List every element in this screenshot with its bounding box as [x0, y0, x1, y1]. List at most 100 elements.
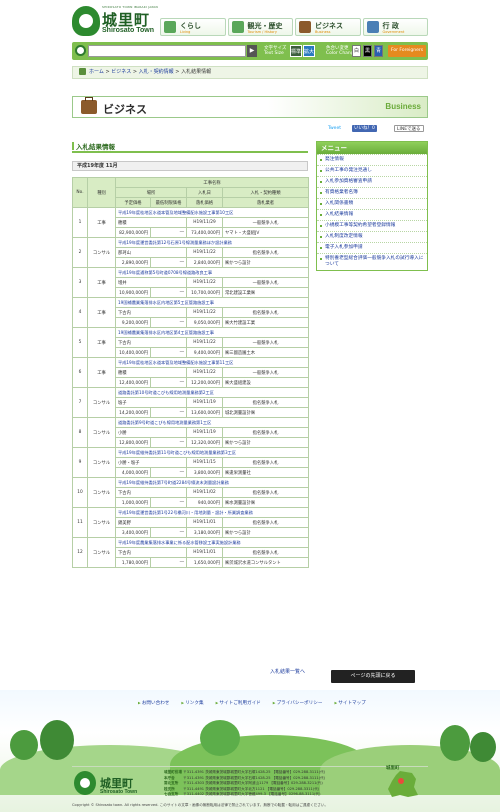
- cell-work-name: 平成19年度農業集落排水事業に係る配水管移設工事実施設計業務: [115, 537, 309, 548]
- cell-contract-price: 3,180,000円: [186, 527, 223, 538]
- cell-contract-price: 9,400,000円: [186, 347, 223, 358]
- footer-address-line: 七会支所 〒311-4402 茨城県東茨城郡城里町大字徳蔵499-3 【電話番号…: [164, 792, 374, 798]
- cell-method: 指名競争入札: [222, 247, 309, 258]
- table-row: 3 工事 平成19年度通称第5号町道0708号線道路改良工事: [72, 267, 309, 298]
- facebook-like-button[interactable]: いいね！0: [352, 125, 377, 132]
- cell-kind: コンサル: [87, 417, 116, 448]
- town-logo-mark[interactable]: [72, 6, 100, 36]
- work-name-link[interactable]: 平成19年度維持委託第11号町道こびも線用地測量業務第3工区: [118, 450, 236, 455]
- color-black-button[interactable]: 黒: [363, 45, 372, 57]
- side-menu-item[interactable]: 電子入札参加申請: [317, 242, 427, 253]
- cell-contract-price: 13,600,000円: [186, 407, 223, 418]
- color-blue-button[interactable]: 青: [374, 45, 383, 57]
- cell-bid-date: H19/11/22: [186, 307, 223, 318]
- cell-work-name: 平成19年度通称第5号町道0708号線道路改良工事: [115, 267, 309, 278]
- cell-method: 指名競争入札: [222, 487, 309, 498]
- nav-tourism[interactable]: 観光・歴史 Tourism / History: [227, 18, 293, 36]
- search-input[interactable]: [88, 45, 246, 57]
- side-menu-item[interactable]: 有資格業者名簿: [317, 187, 427, 198]
- cell-no: 4: [72, 297, 88, 328]
- work-name-link[interactable]: 平成19年度通称第5号町道0708号線道路改良工事: [118, 270, 212, 275]
- nav-business[interactable]: ビジネス Business: [295, 18, 361, 36]
- footer-nav: お問い合わせ リンク集 サイトご利用ガイド プライバシーポリシー サイトマップ: [138, 700, 398, 708]
- line-share-button[interactable]: LINEで送る: [394, 125, 424, 132]
- work-name-link[interactable]: 平成19年度農業集落排水事業に係る配水管移設工事実施設計業務: [118, 540, 241, 545]
- cell-contract-price: 9,050,000円: [186, 317, 223, 328]
- cell-place: 下古内: [115, 337, 187, 348]
- back-to-list-link[interactable]: 入札結果一覧へ: [270, 668, 305, 675]
- cell-no: 5: [72, 327, 88, 358]
- work-name-link[interactable]: 平成19年度運営委託第1号22号橋河川・用地測量・設計・所業調査業務: [118, 510, 253, 515]
- cell-planned-price: 3,400,000円: [115, 527, 151, 538]
- work-name-link[interactable]: 平成19年度桂地区水道本管及地域整備配水施設工事第11工区: [118, 360, 233, 365]
- search-button[interactable]: ▶: [247, 45, 257, 57]
- cell-bid-date: H19/11/22: [186, 337, 223, 348]
- footer-link-guide[interactable]: サイトご利用ガイド: [216, 700, 260, 708]
- side-menu-item[interactable]: 入札参加資格審査申請: [317, 176, 427, 187]
- cell-winner: ㈱かつら設計: [222, 527, 309, 538]
- side-menu-item[interactable]: 入札制度改定情報: [317, 231, 427, 242]
- footer-link-contact[interactable]: お問い合わせ: [138, 700, 170, 708]
- breadcrumb-home[interactable]: ホーム: [89, 69, 104, 75]
- side-menu-item[interactable]: 特別養老型総合評価一般競争入札の試行導入について: [317, 253, 427, 270]
- cell-work-name: 平成19年度維持委託第11号町道こびも線用地測量業務第3工区: [115, 447, 309, 458]
- cell-method: 指名競争入札: [222, 307, 309, 318]
- breadcrumb-business[interactable]: ビジネス: [111, 69, 131, 75]
- side-menu-item[interactable]: 入札結果情報: [317, 209, 427, 220]
- side-menu-link[interactable]: 小規模工事等契約希望者登録情報: [325, 223, 395, 228]
- nav-living[interactable]: くらし Living: [160, 18, 226, 36]
- cell-no: 10: [72, 477, 88, 508]
- side-menu-link[interactable]: 発注情報: [325, 157, 344, 162]
- footer-link-sitemap[interactable]: サイトマップ: [334, 700, 366, 708]
- footer-link-links[interactable]: リンク集: [181, 700, 203, 708]
- font-large-button[interactable]: 拡大: [303, 45, 315, 57]
- for-foreigners-button[interactable]: For Foreigners: [388, 45, 426, 57]
- work-name-link[interactable]: 平成19年度桂地区水道本管及地域整備配水施設工事第10工区: [118, 210, 233, 215]
- cell-method: 指名競争入札: [222, 547, 309, 558]
- page-top-button[interactable]: ページの先頭に戻る: [331, 670, 415, 683]
- work-name-link[interactable]: 19国補農業集落排水区内地区第4工区管路施設工事: [118, 330, 214, 335]
- cell-planned-price: 12,400,000円: [115, 377, 151, 388]
- side-menu-item[interactable]: 発注情報: [317, 154, 427, 165]
- cell-planned-price: 4,000,000円: [115, 467, 151, 478]
- cell-contract-price: 10,700,000円: [186, 287, 223, 298]
- cell-min-price: ―: [150, 527, 187, 538]
- col-no: No.: [72, 177, 88, 208]
- page-title-bar: ビジネス Business: [72, 96, 428, 118]
- cell-winner: ㈱大竹建設工業: [222, 317, 309, 328]
- side-menu-item[interactable]: 公共工事の発注見通し: [317, 165, 427, 176]
- work-name-link[interactable]: 道路委託第10号町道こびも線用地測量業務第2工区: [118, 390, 214, 395]
- side-menu-link[interactable]: 入札制度改定情報: [325, 234, 363, 239]
- side-menu-link[interactable]: 入札結果情報: [325, 212, 353, 217]
- side-menu-item[interactable]: 小規模工事等契約希望者登録情報: [317, 220, 427, 231]
- breadcrumb-bidding[interactable]: 入札・契約情報: [139, 69, 174, 75]
- nav-label-en: Government: [382, 30, 405, 34]
- tweet-button[interactable]: Tweet: [326, 125, 343, 132]
- side-menu-item[interactable]: 入札関係書類: [317, 198, 427, 209]
- footer-link-privacy[interactable]: プライバシーポリシー: [273, 700, 323, 708]
- cell-place: 小勝: [115, 427, 187, 438]
- cell-kind: 工事: [87, 267, 116, 298]
- address-text: 〒311-4391 茨城県東茨城郡城里町大字石塚1428-25 【電話番号】02…: [183, 775, 326, 780]
- side-menu-link[interactable]: 公共工事の発注見通し: [325, 168, 372, 173]
- work-name-link[interactable]: 道路委託第9号町道こびも線用地測量業務第1工区: [118, 420, 211, 425]
- work-name-link[interactable]: 19国補農業集落排水区内地区第5工区管路施設工事: [118, 300, 214, 305]
- font-standard-button[interactable]: 標準: [290, 45, 302, 57]
- cell-winner: 常北建設工業㈱: [222, 287, 309, 298]
- side-menu-link[interactable]: 入札参加資格審査申請: [325, 179, 372, 184]
- side-menu-link[interactable]: 特別養老型総合評価一般競争入札の試行導入について: [325, 256, 423, 267]
- cell-min-price: ―: [150, 557, 187, 568]
- cell-bid-date: H19/11/29: [186, 217, 223, 228]
- side-menu-link[interactable]: 有資格業者名簿: [325, 190, 358, 195]
- nav-government[interactable]: 行 政 Government: [362, 18, 428, 36]
- section-heading: 入札結果情報: [72, 141, 308, 153]
- work-name-link[interactable]: 平成19年度運営委託第12号石原1号線測量業務ほか設計業務: [118, 240, 232, 245]
- color-white-button[interactable]: 白: [352, 45, 361, 57]
- cell-place: 小勝・塩子: [115, 457, 187, 468]
- cell-min-price: ―: [150, 377, 187, 388]
- table-row: 12 コンサル 平成19年度農業集落排水事業に係る配水管移設工事実施設計業務: [72, 537, 309, 568]
- cell-kind: 工事: [87, 357, 116, 388]
- side-menu-link[interactable]: 入札関係書類: [325, 201, 353, 206]
- side-menu-link[interactable]: 電子入札参加申請: [325, 245, 363, 250]
- work-name-link[interactable]: 平成19年度維持委託第7号町道2284号線流末測量設計業務: [118, 480, 229, 485]
